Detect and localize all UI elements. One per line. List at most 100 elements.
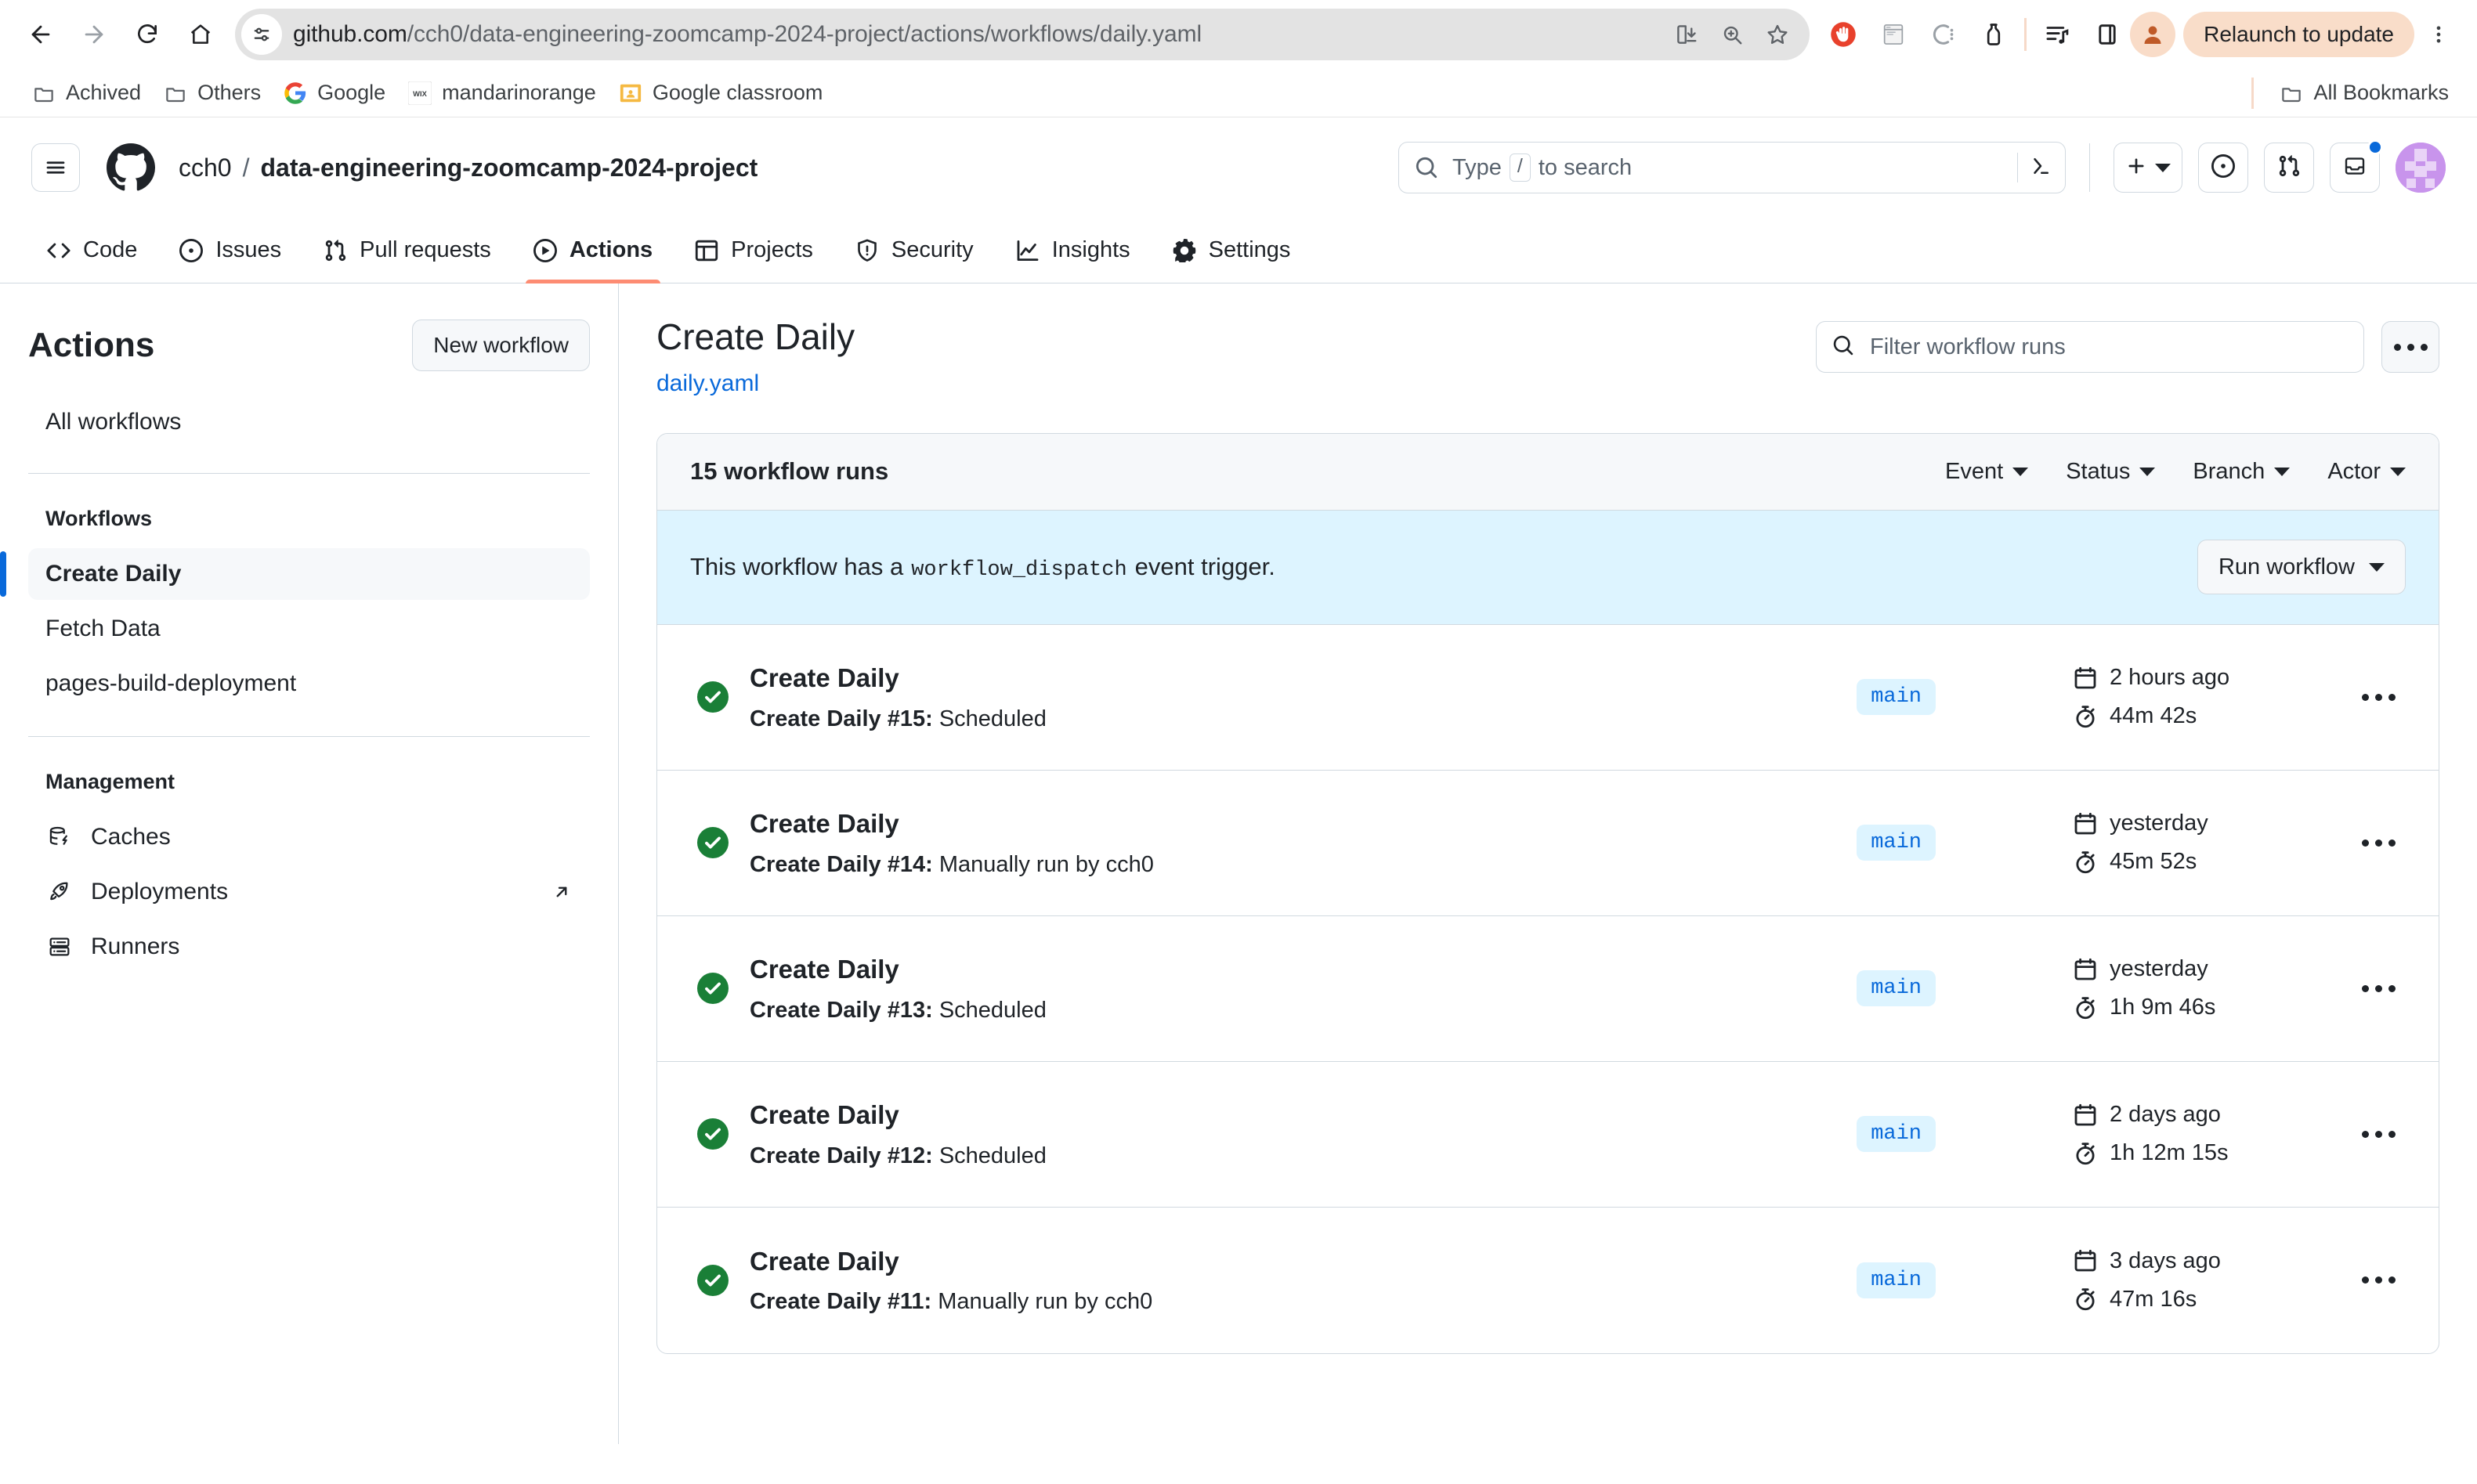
run-date: 3 days ago [2074,1248,2332,1274]
kebab-horizontal-icon [2361,693,2396,701]
run-options-button[interactable] [2351,1107,2406,1161]
circle-extension-icon[interactable] [1921,12,1966,57]
tab-actions[interactable]: Actions [518,218,668,283]
reading-list-icon[interactable] [2034,12,2080,57]
filter-event-dropdown[interactable]: Event [1945,459,2029,485]
workflow-runs-header: 15 workflow runs Event Status Branch Act… [657,433,2439,511]
sidebar-item-fetch-data[interactable]: Fetch Data [28,603,590,655]
bookmark-others[interactable]: Others [152,76,272,110]
adblock-extension-icon[interactable] [1821,12,1866,57]
sidebar-item-runners[interactable]: Runners [28,921,590,973]
table-row[interactable]: Create Daily Create Daily #13: Scheduled… [657,916,2439,1062]
home-button[interactable] [174,8,227,61]
plus-icon [2125,155,2147,181]
chrome-menu-icon[interactable] [2417,10,2460,59]
breadcrumb-repo[interactable]: data-engineering-zoomcamp-2024-project [260,153,758,182]
tab-code[interactable]: Code [31,218,153,283]
back-button[interactable] [14,8,67,61]
run-title[interactable]: Create Daily [750,663,1047,694]
filter-branch-dropdown[interactable]: Branch [2193,459,2291,485]
tab-security[interactable]: Security [840,218,989,283]
tab-label: Security [891,237,974,262]
kebab-horizontal-icon [2361,1130,2396,1138]
run-title[interactable]: Create Daily [750,954,1047,985]
tab-pull-requests[interactable]: Pull requests [308,218,507,283]
run-title[interactable]: Create Daily [750,1099,1047,1131]
run-options-button[interactable] [2351,1253,2406,1308]
workflow-file-link[interactable]: daily.yaml [656,370,855,397]
branch-badge[interactable]: main [1857,1262,1936,1298]
breadcrumb-owner[interactable]: cch0 [179,153,232,182]
kebab-horizontal-icon [2361,984,2396,992]
issues-button[interactable] [2198,143,2248,193]
command-palette-icon[interactable] [2029,154,2052,182]
filter-actor-dropdown[interactable]: Actor [2327,459,2406,485]
table-row[interactable]: Create Daily Create Daily #15: Scheduled… [657,625,2439,771]
run-meta: 2 hours ago 44m 42s [2074,665,2332,729]
table-row[interactable]: Create Daily Create Daily #11: Manually … [657,1208,2439,1353]
relaunch-to-update-button[interactable]: Relaunch to update [2183,12,2414,57]
run-title[interactable]: Create Daily [750,808,1154,839]
window-extension-icon[interactable] [1871,12,1916,57]
sidebar-title: Actions [28,326,155,364]
more-options-button[interactable] [2381,321,2439,373]
run-duration: 44m 42s [2074,703,2332,729]
reload-button[interactable] [121,8,174,61]
table-row[interactable]: Create Daily Create Daily #12: Scheduled… [657,1062,2439,1208]
bookmark-mandarinorange[interactable]: WIX mandarinorange [396,76,607,110]
create-new-button[interactable] [2114,143,2182,193]
run-options-button[interactable] [2351,961,2406,1016]
run-options-button[interactable] [2351,815,2406,870]
run-title[interactable]: Create Daily [750,1246,1152,1277]
sidebar-item-caches[interactable]: Caches [28,811,590,863]
url-path: /cch0/data-engineering-zoomcamp-2024-pro… [407,21,1202,47]
folder-icon [163,81,188,106]
all-bookmarks-button[interactable]: All Bookmarks [2268,76,2460,110]
bookmarks-divider [2251,77,2255,109]
run-date-text: 2 days ago [2110,1102,2221,1128]
sidebar-item-pages-build-deployment[interactable]: pages-build-deployment [28,658,590,710]
filter-status-dropdown[interactable]: Status [2066,459,2156,485]
tab-insights[interactable]: Insights [1000,218,1146,283]
play-icon [533,238,557,262]
tab-projects[interactable]: Projects [679,218,829,283]
branch-badge[interactable]: main [1857,679,1936,716]
bottle-extension-icon[interactable] [1971,12,2016,57]
svg-text:WIX: WIX [413,89,427,97]
table-row[interactable]: Create Daily Create Daily #14: Manually … [657,771,2439,916]
bookmark-achived[interactable]: Achived [20,76,152,110]
profile-avatar-icon[interactable] [2130,12,2176,57]
check-circle-fill-icon [690,973,736,1005]
site-settings-icon[interactable] [241,14,282,55]
address-bar[interactable]: github.com/cch0/data-engineering-zoomcam… [235,9,1810,60]
hamburger-menu-icon[interactable] [31,143,80,192]
run-options-button[interactable] [2351,670,2406,724]
sidebar-item-deployments[interactable]: Deployments [28,866,590,918]
branch-badge[interactable]: main [1857,970,1936,1007]
search-input[interactable]: Type / to search [1398,142,2066,193]
header-divider [2089,143,2090,192]
inbox-icon [2343,154,2367,182]
install-app-icon[interactable] [1665,13,1708,56]
chevron-down-icon [2139,467,2156,476]
tab-settings[interactable]: Settings [1157,218,1307,283]
run-workflow-button[interactable]: Run workflow [2197,540,2406,595]
sidebar-item-create-daily[interactable]: Create Daily [0,548,590,600]
sidebar-item-label: pages-build-deployment [45,670,297,696]
notifications-button[interactable] [2330,139,2383,193]
sidebar-item-all-workflows[interactable]: All workflows [28,398,590,446]
forward-button[interactable] [67,8,121,61]
filter-workflow-runs-input[interactable]: Filter workflow runs [1816,321,2364,373]
user-avatar[interactable] [2396,143,2446,193]
side-panel-icon[interactable] [2085,12,2130,57]
bookmark-google[interactable]: Google [272,76,396,110]
bookmark-google-classroom[interactable]: Google classroom [607,76,834,110]
branch-badge[interactable]: main [1857,825,1936,861]
branch-badge[interactable]: main [1857,1116,1936,1153]
tab-issues[interactable]: Issues [164,218,297,283]
new-workflow-button[interactable]: New workflow [412,320,590,371]
pull-requests-button[interactable] [2264,143,2314,193]
zoom-icon[interactable] [1711,13,1753,56]
github-mark-icon[interactable] [107,143,155,192]
star-icon[interactable] [1756,13,1799,56]
